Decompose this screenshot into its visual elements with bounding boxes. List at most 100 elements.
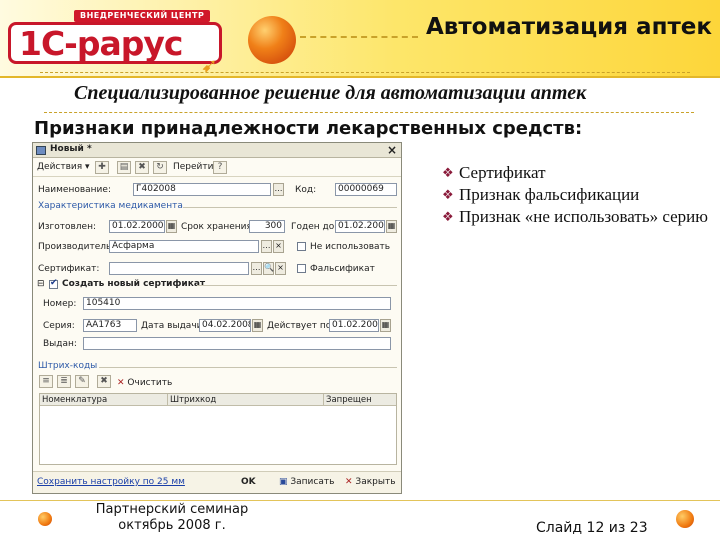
clear-button[interactable]: ✕ Очистить: [117, 378, 172, 388]
divider: [40, 72, 690, 73]
certificate-input[interactable]: [109, 262, 249, 275]
shelf-life-input[interactable]: 300: [249, 220, 285, 233]
certificate-label: Сертификат:: [38, 264, 100, 274]
manufacturer-clear-button[interactable]: ×: [273, 240, 284, 253]
barcodes-table[interactable]: Номенклатура Штрихкод Запрещен: [39, 393, 397, 465]
calendar-icon[interactable]: ▦: [386, 220, 397, 233]
no-use-label: Не использовать: [310, 242, 391, 252]
barcodes-section-title: Штрих-коды: [38, 361, 98, 371]
bullet-icon: ❖: [442, 165, 454, 180]
divider: [300, 36, 418, 38]
save-settings-link[interactable]: Сохранить настройку по 25 мм: [37, 477, 185, 487]
drug-form-window: Новый * × Действия ▾ ✚ ▤ ✖ ↻ Перейти ▾ ?…: [32, 142, 402, 494]
decorative-dot: [676, 510, 694, 528]
copy-icon[interactable]: ▤: [117, 161, 131, 174]
issued-label: Выдан:: [43, 339, 77, 349]
section-divider: [183, 207, 397, 208]
valid-through-label: Действует по:: [267, 321, 335, 331]
calendar-icon[interactable]: ▦: [380, 319, 391, 332]
footer-event: Партнерский семинар октябрь 2008 г.: [92, 502, 252, 534]
actions-menu[interactable]: Действия ▾: [37, 162, 90, 172]
calendar-icon[interactable]: ▦: [166, 220, 177, 233]
name-select-button[interactable]: …: [273, 183, 284, 196]
clear-label: Очистить: [127, 378, 173, 388]
ok-button[interactable]: OK: [241, 477, 256, 487]
bullet-text: Признак «не использовать» серию: [459, 207, 708, 226]
delete-row-icon[interactable]: ✖: [97, 375, 111, 388]
new-icon[interactable]: ✚: [95, 161, 109, 174]
copy-row-icon[interactable]: ≣: [57, 375, 71, 388]
drug-section-title: Характеристика медикамента: [38, 201, 183, 211]
valid-through-input[interactable]: 01.02.2009: [329, 319, 379, 332]
issue-date-label: Дата выдачи:: [141, 321, 206, 331]
close-button[interactable]: ✕ Закрыть: [345, 477, 396, 487]
goto-menu-label: Перейти: [173, 162, 214, 172]
footer-event-line: Партнерский семинар: [95, 502, 249, 517]
create-cert-checkbox[interactable]: [49, 278, 58, 289]
document-icon: [36, 146, 46, 155]
made-label: Изготовлен:: [38, 222, 97, 232]
list-item: ❖ Признак фальсификации: [442, 184, 712, 206]
close-label: Закрыть: [355, 477, 396, 487]
refresh-icon[interactable]: ↻: [153, 161, 167, 174]
window-titlebar: Новый * ×: [33, 143, 401, 158]
bullet-icon: ❖: [442, 209, 454, 224]
manufacturer-select-button[interactable]: …: [261, 240, 272, 253]
create-cert-label: Создать новый сертификат: [62, 279, 206, 289]
table-header: Номенклатура Штрихкод Запрещен: [40, 394, 396, 406]
section-heading: Признаки принадлежности лекарственных ср…: [34, 118, 583, 139]
bullet-text: Признак фальсификации: [459, 185, 640, 204]
footer-divider: [0, 500, 720, 501]
shelf-life-label: Срок хранения:: [181, 222, 255, 232]
add-row-icon[interactable]: ≡: [39, 375, 53, 388]
manufacturer-input[interactable]: Асфарма: [109, 240, 259, 253]
form-footer: Сохранить настройку по 25 мм OK ▣ Записа…: [33, 471, 401, 493]
fake-label: Фальсификат: [310, 264, 375, 274]
name-input[interactable]: Г402008: [133, 183, 271, 196]
logo-tagline: ВНЕДРЕНЧЕСКИЙ ЦЕНТР: [74, 10, 211, 22]
decorative-sphere: [248, 16, 296, 64]
divider: [44, 112, 694, 113]
certificate-clear-button[interactable]: ×: [275, 262, 286, 275]
issue-date-input[interactable]: 04.02.2008: [199, 319, 251, 332]
bullet-text: Сертификат: [459, 163, 546, 182]
certificate-open-button[interactable]: 🔍: [263, 262, 274, 275]
number-label: Номер:: [43, 299, 77, 309]
close-icon: ✕: [345, 477, 353, 487]
save-label: Записать: [290, 477, 335, 487]
made-date-input[interactable]: 01.02.2000: [109, 220, 165, 233]
number-input[interactable]: 105410: [83, 297, 391, 310]
section-divider: [197, 285, 397, 286]
window-title: Новый *: [50, 144, 92, 154]
valid-until-input[interactable]: 01.02.2009: [335, 220, 385, 233]
series-input[interactable]: АА1763: [83, 319, 137, 332]
close-icon[interactable]: ×: [387, 143, 397, 157]
series-label: Серия:: [43, 321, 75, 331]
delete-icon[interactable]: ✖: [135, 161, 149, 174]
edit-row-icon[interactable]: ✎: [75, 375, 89, 388]
footer-event-date: октябрь 2008 г.: [118, 518, 226, 533]
fake-checkbox[interactable]: [297, 264, 306, 273]
collapse-icon[interactable]: ⊟: [37, 279, 45, 289]
decorative-dot: [38, 512, 52, 526]
logo-frame: 1С-рарус ➹: [8, 22, 222, 77]
no-use-checkbox[interactable]: [297, 242, 306, 251]
slide-title: Автоматизация аптек: [425, 14, 712, 40]
code-input[interactable]: 00000069: [335, 183, 397, 196]
slide-number: Слайд 12 из 23: [536, 520, 648, 536]
help-button[interactable]: ?: [213, 161, 227, 174]
floppy-icon: ▣: [279, 477, 288, 487]
section-divider: [99, 367, 397, 368]
issued-input[interactable]: [83, 337, 391, 350]
save-button[interactable]: ▣ Записать: [279, 477, 334, 487]
logo-wordmark: 1С-рарус: [19, 24, 183, 63]
logo-swoosh-icon: ➹: [201, 55, 218, 77]
manufacturer-label: Производитель:: [38, 242, 115, 252]
list-item: ❖ Сертификат: [442, 162, 712, 184]
bullet-icon: ❖: [442, 187, 454, 202]
bullet-list: ❖ Сертификат ❖ Признак фальсификации ❖ П…: [442, 162, 712, 228]
clear-icon: ✕: [117, 378, 125, 388]
calendar-icon[interactable]: ▦: [252, 319, 263, 332]
column-header: Штрихкод: [168, 394, 324, 406]
certificate-select-button[interactable]: …: [251, 262, 262, 275]
